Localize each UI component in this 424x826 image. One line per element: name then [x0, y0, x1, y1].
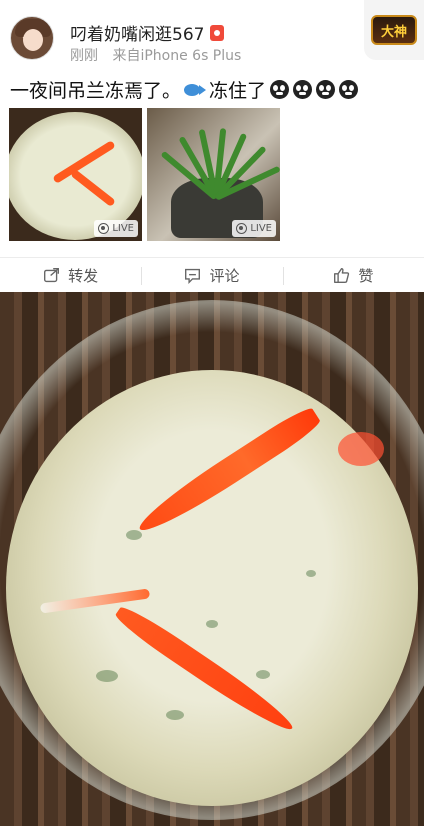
post-time: 刚刚: [70, 48, 98, 64]
live-icon: [98, 223, 110, 234]
badge-icon[interactable]: [210, 24, 225, 41]
fish-emoji-icon: [184, 83, 207, 97]
game-badge[interactable]: 大神: [364, 0, 424, 60]
thumbnail-plant[interactable]: LIVE: [147, 108, 280, 241]
repost-icon: [44, 268, 60, 283]
repost-label: 转发: [68, 267, 99, 285]
post-header: 叼着奶嘴闲逛567 刚刚 来自iPhone 6s Plus 大神: [0, 0, 424, 68]
comment-label: 评论: [209, 267, 240, 285]
live-badge: LIVE: [232, 220, 276, 237]
main-photo[interactable]: [0, 292, 424, 826]
post-text-main: 一夜间吊兰冻焉了。: [10, 80, 182, 102]
game-logo-icon: 大神: [371, 15, 417, 45]
like-button[interactable]: 赞: [282, 258, 424, 293]
sob-emoji-icon: [293, 80, 313, 99]
username-row: 叼着奶嘴闲逛567: [70, 20, 225, 45]
action-bar: 转发 评论 赞: [0, 257, 424, 293]
post-text: 一夜间吊兰冻焉了。 冻住了: [10, 76, 359, 103]
red-blob: [338, 432, 384, 466]
live-label: LIVE: [250, 223, 272, 234]
sob-emoji-icon: [270, 80, 290, 99]
comment-button[interactable]: 评论: [141, 258, 282, 293]
like-label: 赞: [358, 267, 374, 285]
post-meta: 刚刚 来自iPhone 6s Plus: [70, 45, 241, 65]
sob-emoji-icon: [339, 80, 359, 99]
username[interactable]: 叼着奶嘴闲逛567: [70, 20, 204, 45]
post-source: 来自iPhone 6s Plus: [112, 48, 242, 64]
comment-icon: [185, 268, 201, 284]
live-icon: [236, 223, 248, 234]
post-text-after: 冻住了: [209, 80, 267, 102]
thumbnail-goldfish[interactable]: LIVE: [9, 108, 142, 241]
live-badge: LIVE: [94, 220, 138, 237]
repost-button[interactable]: 转发: [0, 258, 141, 293]
avatar[interactable]: [10, 16, 54, 60]
sob-emoji-icon: [316, 80, 336, 99]
like-icon: [334, 268, 350, 283]
live-label: LIVE: [112, 223, 134, 234]
